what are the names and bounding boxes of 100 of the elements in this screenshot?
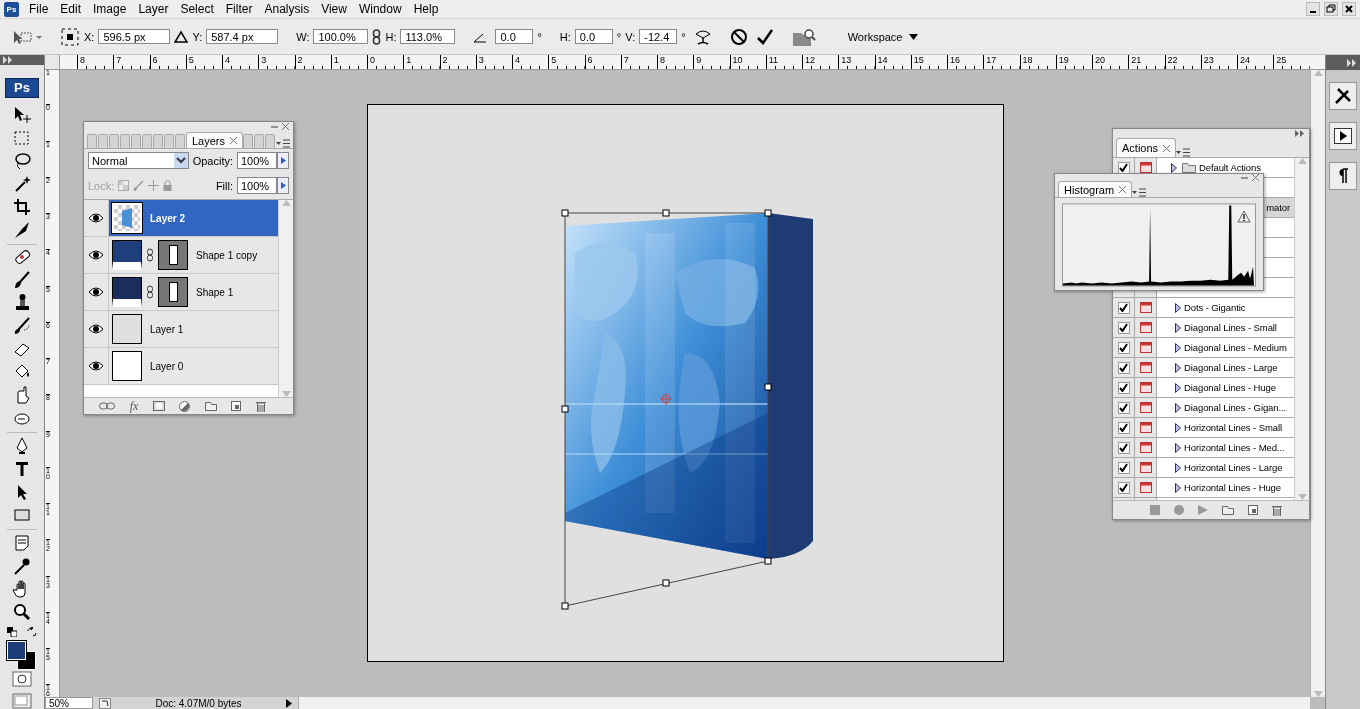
action-row[interactable]: Horizontal Lines - Large xyxy=(1113,458,1294,478)
expand-triangle-icon[interactable] xyxy=(1175,442,1181,453)
default-colors-icon[interactable] xyxy=(7,626,17,637)
dialog-toggle-icon[interactable] xyxy=(1139,382,1152,393)
new-layer-icon[interactable] xyxy=(231,401,242,411)
new-action-icon[interactable] xyxy=(1248,505,1258,515)
folder-icon[interactable] xyxy=(1222,505,1234,515)
quick-mask-icon[interactable] xyxy=(12,670,32,687)
checkbox[interactable] xyxy=(1117,461,1130,474)
delta-icon[interactable] xyxy=(174,29,189,44)
collapse-arrows-icon[interactable] xyxy=(3,56,13,65)
expand-triangle-icon[interactable] xyxy=(1175,482,1181,493)
action-row[interactable]: Horizontal Lines - Med... xyxy=(1113,438,1294,458)
folder-icon[interactable] xyxy=(204,401,217,411)
layer-row[interactable]: Layer 1 xyxy=(84,311,278,348)
folder-search-icon[interactable] xyxy=(791,26,816,47)
tool-presets-button[interactable] xyxy=(1329,82,1357,110)
menu-item[interactable]: Filter xyxy=(221,2,261,16)
panel-menu-icon[interactable] xyxy=(1176,148,1191,157)
checkbox[interactable] xyxy=(1117,381,1130,394)
fill-field[interactable]: 100% xyxy=(237,177,277,194)
expand-triangle-icon[interactable] xyxy=(1175,422,1181,433)
lasso-tool-icon[interactable] xyxy=(12,150,32,171)
action-row[interactable]: Horizontal Lines - Small xyxy=(1113,418,1294,438)
dialog-toggle-icon[interactable] xyxy=(1139,462,1152,473)
checkbox[interactable] xyxy=(1117,401,1130,414)
status-menu-icon[interactable] xyxy=(99,697,111,709)
menu-item[interactable]: Help xyxy=(409,2,447,16)
menu-item[interactable]: File xyxy=(25,2,57,16)
dialog-toggle-icon[interactable] xyxy=(1139,422,1152,433)
reference-point-icon[interactable] xyxy=(60,26,80,47)
minimize-icon[interactable] xyxy=(1306,2,1320,16)
trash-icon[interactable] xyxy=(255,400,266,412)
checkbox[interactable] xyxy=(1117,341,1130,354)
zoom-field[interactable]: 50% xyxy=(45,697,93,709)
dialog-toggle-icon[interactable] xyxy=(1139,162,1152,173)
action-row[interactable]: Diagonal Lines - Gigan... xyxy=(1113,398,1294,418)
eye-icon[interactable] xyxy=(88,361,104,371)
checkbox[interactable] xyxy=(1117,481,1130,494)
workspace-button[interactable]: Workspace xyxy=(841,28,924,45)
expand-triangle-icon[interactable] xyxy=(1175,302,1181,313)
dialog-toggle-icon[interactable] xyxy=(1139,362,1152,373)
layer-row[interactable]: Shape 1 xyxy=(84,274,278,311)
expand-triangle-icon[interactable] xyxy=(1175,462,1181,473)
checkbox[interactable] xyxy=(1117,421,1130,434)
x-position-field[interactable]: 596.5 px xyxy=(98,29,171,44)
link-icon[interactable] xyxy=(372,28,382,45)
dialog-toggle-icon[interactable] xyxy=(1139,342,1152,353)
menu-item[interactable]: Analysis xyxy=(260,2,318,16)
warning-icon[interactable] xyxy=(1237,210,1251,223)
menu-item[interactable]: Select xyxy=(176,2,222,16)
fill-arrow-button[interactable] xyxy=(277,177,289,194)
expand-triangle-icon[interactable] xyxy=(1171,162,1177,173)
action-row[interactable]: Diagonal Lines - Huge xyxy=(1113,378,1294,398)
checkbox[interactable] xyxy=(1117,361,1130,374)
move-tool-icon[interactable] xyxy=(12,104,32,125)
collapse-arrows-icon[interactable] xyxy=(1295,130,1305,137)
expand-triangle-icon[interactable] xyxy=(1175,342,1181,353)
magnifier-icon[interactable] xyxy=(12,601,32,622)
layer-mask-icon[interactable] xyxy=(152,401,165,411)
crop-tool-icon[interactable] xyxy=(12,196,32,217)
eye-icon[interactable] xyxy=(88,287,104,297)
dialog-toggle-icon[interactable] xyxy=(1139,302,1152,313)
menu-item[interactable]: Edit xyxy=(56,2,90,16)
vertical-skew-field[interactable]: -12.4 xyxy=(639,29,678,44)
status-arrow-icon[interactable] xyxy=(286,698,292,708)
paragraph-button[interactable] xyxy=(1329,162,1357,190)
dialog-toggle-icon[interactable] xyxy=(1139,482,1152,493)
action-row[interactable]: Diagonal Lines - Small xyxy=(1113,318,1294,338)
transform-box-drawing[interactable] xyxy=(561,209,772,610)
y-position-field[interactable]: 587.4 px xyxy=(206,29,279,44)
trash-icon[interactable] xyxy=(1272,504,1282,516)
layer-style-button[interactable]: fx xyxy=(129,398,139,414)
checkmark-icon[interactable] xyxy=(755,27,774,46)
layer-row[interactable]: Shape 1 copy xyxy=(84,237,278,274)
checkbox[interactable] xyxy=(1117,301,1130,314)
foreground-color-swatch[interactable] xyxy=(7,640,26,660)
note-icon[interactable] xyxy=(12,532,32,553)
menu-item[interactable]: Window xyxy=(354,2,410,16)
opacity-field[interactable]: 100% xyxy=(237,152,277,169)
width-field[interactable]: 100.0% xyxy=(313,29,369,44)
dialog-toggle-icon[interactable] xyxy=(1139,442,1152,453)
layer-row[interactable]: Layer 2 xyxy=(84,200,278,237)
action-row[interactable]: Dots - Gigantic xyxy=(1113,298,1294,318)
collapse-arrows-icon[interactable] xyxy=(1347,58,1357,67)
panel-menu-icon[interactable] xyxy=(1132,188,1147,197)
action-row[interactable]: Diagonal Lines - Medium xyxy=(1113,338,1294,358)
restore-icon[interactable] xyxy=(1324,2,1338,16)
link-layers-icon[interactable] xyxy=(99,402,116,410)
actions-tab[interactable]: Actions xyxy=(1116,138,1177,157)
checkbox[interactable] xyxy=(1117,321,1130,334)
brush-icon[interactable] xyxy=(12,270,32,291)
eye-icon[interactable] xyxy=(88,213,104,223)
histogram-tab[interactable]: Histogram xyxy=(1058,181,1133,197)
action-row[interactable]: Horizontal Lines - Huge xyxy=(1113,478,1294,498)
close-icon[interactable] xyxy=(1342,2,1356,16)
cancel-icon[interactable] xyxy=(729,27,748,46)
menu-item[interactable]: Image xyxy=(89,2,135,16)
dialog-toggle-icon[interactable] xyxy=(1139,402,1152,413)
dialog-toggle-icon[interactable] xyxy=(1139,322,1152,333)
